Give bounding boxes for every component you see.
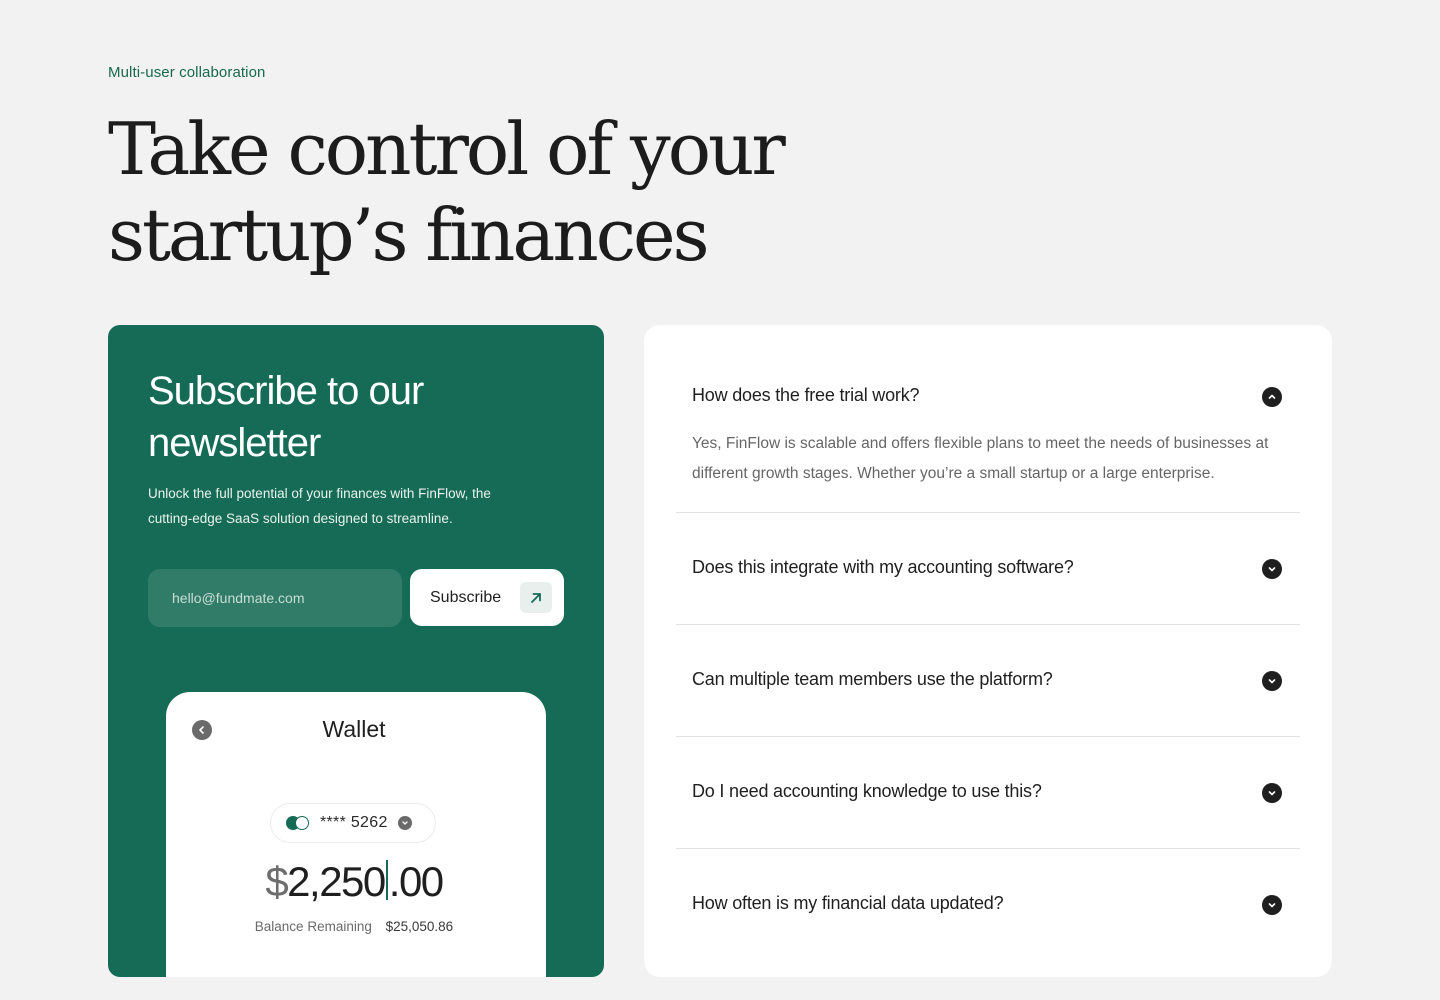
- faq-item[interactable]: How often is my financial data updated?: [676, 849, 1300, 961]
- faq-question[interactable]: How often is my financial data updated?: [692, 893, 1004, 914]
- card-number: **** 5262: [320, 814, 388, 831]
- faq-question[interactable]: Does this integrate with my accounting s…: [692, 557, 1074, 578]
- wallet-title: Wallet: [322, 716, 386, 742]
- faq-card: How does the free trial work? Yes, FinFl…: [644, 325, 1332, 977]
- arrow-up-right-icon: [520, 582, 552, 613]
- chevron-down-icon[interactable]: [1262, 783, 1282, 803]
- page-title-line-1: Take control of your: [108, 107, 786, 191]
- chevron-down-icon[interactable]: [1262, 671, 1282, 691]
- subscribe-button[interactable]: Subscribe: [410, 569, 564, 626]
- page-title-line-2: startup’s finances: [108, 193, 710, 277]
- chevron-up-icon[interactable]: [1262, 387, 1282, 407]
- newsletter-title: Subscribe to our newsletter: [148, 369, 424, 465]
- card-selector[interactable]: **** 5262: [270, 803, 436, 843]
- faq-item[interactable]: Does this integrate with my accounting s…: [676, 513, 1300, 625]
- balance-value: $25,050.86: [385, 919, 454, 934]
- faq-question[interactable]: Do I need accounting knowledge to use th…: [692, 781, 1042, 802]
- faq-question[interactable]: Can multiple team members use the platfo…: [692, 669, 1053, 690]
- currency-symbol: $: [265, 858, 288, 905]
- subscribe-label: Subscribe: [430, 588, 502, 606]
- eyebrow-label: Multi-user collaboration: [108, 64, 266, 81]
- text-cursor: [385, 860, 388, 900]
- newsletter-description: Unlock the full potential of your financ…: [148, 486, 491, 526]
- amount-whole: 2,250: [287, 858, 386, 905]
- page-title: Take control of your startup’s finances: [108, 106, 808, 278]
- faq-answer: Yes, FinFlow is scalable and offers flex…: [692, 435, 1269, 482]
- balance-label: Balance Remaining: [254, 919, 372, 934]
- chevron-down-icon[interactable]: [1262, 895, 1282, 915]
- faq-item[interactable]: How does the free trial work? Yes, FinFl…: [676, 325, 1300, 513]
- amount-display[interactable]: $2,250.00: [166, 858, 542, 906]
- balance-row: Balance Remaining $25,050.86: [166, 919, 542, 934]
- newsletter-card: Subscribe to our newsletter Unlock the f…: [108, 325, 604, 977]
- chevron-down-icon: [397, 816, 412, 830]
- faq-question[interactable]: How does the free trial work?: [692, 385, 920, 406]
- email-input[interactable]: [148, 569, 402, 627]
- faq-item[interactable]: Do I need accounting knowledge to use th…: [676, 737, 1300, 849]
- amount-decimal: .00: [388, 858, 444, 905]
- chevron-down-icon[interactable]: [1262, 559, 1282, 579]
- wallet-phone: Wallet **** 5262 $2,250.00 Balance Remai…: [166, 692, 546, 977]
- faq-item[interactable]: Can multiple team members use the platfo…: [676, 625, 1300, 737]
- card-brand-icon: [286, 816, 312, 830]
